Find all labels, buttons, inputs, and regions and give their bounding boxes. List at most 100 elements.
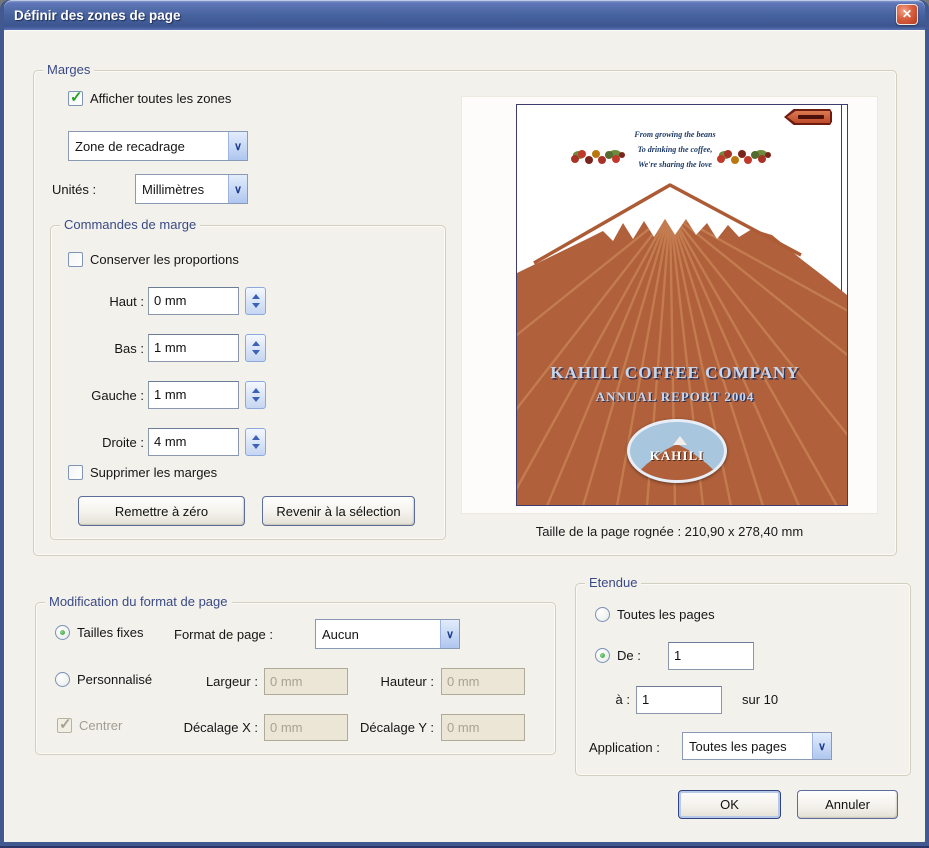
offset-x-label: Décalage X :	[152, 720, 258, 735]
zone-type-select[interactable]: Zone de recadrage ∨	[68, 131, 248, 161]
checkbox-box	[68, 252, 83, 267]
height-label: Hauteur :	[360, 674, 434, 689]
radio-dot	[60, 630, 65, 635]
margin-left-label: Gauche :	[64, 388, 144, 403]
page-corner-tag	[784, 109, 832, 125]
coffee-cherries-icon	[715, 145, 773, 169]
dialog-title: Définir des zones de page	[4, 8, 181, 23]
report-subtitle: ANNUAL REPORT 2004	[517, 389, 833, 405]
spinner-down-icon[interactable]	[252, 350, 260, 355]
cropped-size-caption: Taille de la page rognée : 210,90 x 278,…	[461, 524, 878, 539]
page-count-label: sur 10	[742, 692, 778, 707]
group-marges-label: Marges	[43, 62, 94, 77]
from-label: De :	[617, 648, 641, 663]
radio-circle	[55, 672, 70, 687]
constrain-proportions-checkbox[interactable]: Conserver les proportions	[68, 252, 239, 267]
custom-size-label: Personnalisé	[77, 672, 152, 687]
spinner-down-icon[interactable]	[252, 397, 260, 402]
page-format-label: Format de page :	[174, 627, 273, 642]
spinner-up-icon[interactable]	[252, 294, 260, 299]
logo-snowcap	[673, 436, 687, 445]
company-title: KAHILI COFFEE COMPANY	[517, 363, 833, 383]
units-value: Millimètres	[136, 182, 228, 197]
group-margin-controls-label: Commandes de marge	[60, 217, 200, 232]
all-pages-label: Toutes les pages	[617, 607, 715, 622]
zone-type-value: Zone de recadrage	[69, 139, 228, 154]
checkbox-box	[68, 465, 83, 480]
checkbox-box: ✓	[68, 91, 83, 106]
spinner-down-icon[interactable]	[252, 444, 260, 449]
titlebar[interactable]: Définir des zones de page ✕	[4, 0, 925, 30]
margin-bottom-stepper[interactable]	[245, 334, 266, 362]
logo-wordmark: KAHILI	[630, 448, 724, 464]
margin-top-field[interactable]: 0 mm	[148, 287, 239, 315]
page-format-value: Aucun	[316, 627, 440, 642]
margin-bottom-field[interactable]: 1 mm	[148, 334, 239, 362]
spinner-up-icon[interactable]	[252, 341, 260, 346]
margin-left-stepper[interactable]	[245, 381, 266, 409]
coffee-cherries-icon	[569, 145, 627, 169]
offset-y-label: Décalage Y :	[352, 720, 434, 735]
chevron-down-icon[interactable]: ∨	[440, 620, 459, 648]
spinner-up-icon[interactable]	[252, 435, 260, 440]
constrain-proportions-label: Conserver les proportions	[90, 252, 239, 267]
offset-x-field: 0 mm	[264, 714, 348, 741]
reset-zero-button[interactable]: Remettre à zéro	[78, 496, 245, 526]
margin-right-label: Droite :	[64, 435, 144, 450]
close-icon[interactable]: ✕	[896, 4, 918, 25]
center-checkbox: ✓ Centrer	[57, 718, 122, 733]
center-label: Centrer	[79, 718, 122, 733]
margin-left-field[interactable]: 1 mm	[148, 381, 239, 409]
margin-top-label: Haut :	[64, 294, 144, 309]
spinner-down-icon[interactable]	[252, 303, 260, 308]
page-format-select[interactable]: Aucun ∨	[315, 619, 460, 649]
show-all-zones-checkbox[interactable]: ✓ Afficher toutes les zones	[68, 91, 231, 106]
script-line: To drinking the coffee,	[517, 142, 833, 157]
apply-to-select[interactable]: Toutes les pages ∨	[682, 732, 832, 760]
page-thumbnail[interactable]: From growing the beans To drinking the c…	[516, 104, 848, 506]
units-label: Unités :	[52, 182, 96, 197]
page-corner-tag-text	[798, 115, 824, 119]
units-select[interactable]: Millimètres ∨	[135, 174, 248, 204]
from-page-radio[interactable]: De :	[595, 648, 641, 663]
spinner-up-icon[interactable]	[252, 388, 260, 393]
margin-bottom-label: Bas :	[64, 341, 144, 356]
check-icon: ✓	[70, 88, 83, 106]
fixed-sizes-label: Tailles fixes	[77, 625, 143, 640]
check-icon: ✓	[59, 715, 72, 733]
offset-y-field: 0 mm	[441, 714, 525, 741]
chevron-down-icon[interactable]: ∨	[228, 132, 247, 160]
chevron-down-icon[interactable]: ∨	[812, 733, 831, 759]
radio-dot	[600, 653, 605, 658]
page-boxes-dialog: Définir des zones de page ✕ Marges ✓ Aff…	[0, 0, 929, 848]
all-pages-radio[interactable]: Toutes les pages	[595, 607, 715, 622]
radio-circle	[55, 625, 70, 640]
radio-circle	[595, 607, 610, 622]
remove-margins-checkbox[interactable]: Supprimer les marges	[68, 465, 217, 480]
cancel-button[interactable]: Annuler	[797, 790, 898, 819]
margin-right-stepper[interactable]	[245, 428, 266, 456]
to-page-field[interactable]: 1	[636, 686, 722, 714]
kahili-logo: KAHILI	[627, 419, 727, 483]
ok-button[interactable]: OK	[678, 790, 781, 819]
radio-circle	[595, 648, 610, 663]
group-page-range-label: Etendue	[585, 575, 641, 590]
apply-to-label: Application :	[589, 740, 660, 755]
script-line: From growing the beans	[517, 127, 833, 142]
group-page-format-label: Modification du format de page	[45, 594, 232, 609]
width-field: 0 mm	[264, 668, 348, 695]
width-label: Largeur :	[184, 674, 258, 689]
show-all-zones-label: Afficher toutes les zones	[90, 91, 231, 106]
margin-right-field[interactable]: 4 mm	[148, 428, 239, 456]
checkbox-box: ✓	[57, 718, 72, 733]
height-field: 0 mm	[441, 668, 525, 695]
revert-selection-button[interactable]: Revenir à la sélection	[262, 496, 415, 526]
to-label: à :	[604, 692, 630, 707]
dialog-body: Marges ✓ Afficher toutes les zones Zone …	[4, 30, 925, 842]
fixed-sizes-radio[interactable]: Tailles fixes	[55, 625, 143, 640]
page-script-text: From growing the beans To drinking the c…	[517, 127, 833, 172]
from-page-field[interactable]: 1	[668, 642, 754, 670]
custom-size-radio[interactable]: Personnalisé	[55, 672, 152, 687]
chevron-down-icon[interactable]: ∨	[228, 175, 247, 203]
margin-top-stepper[interactable]	[245, 287, 266, 315]
